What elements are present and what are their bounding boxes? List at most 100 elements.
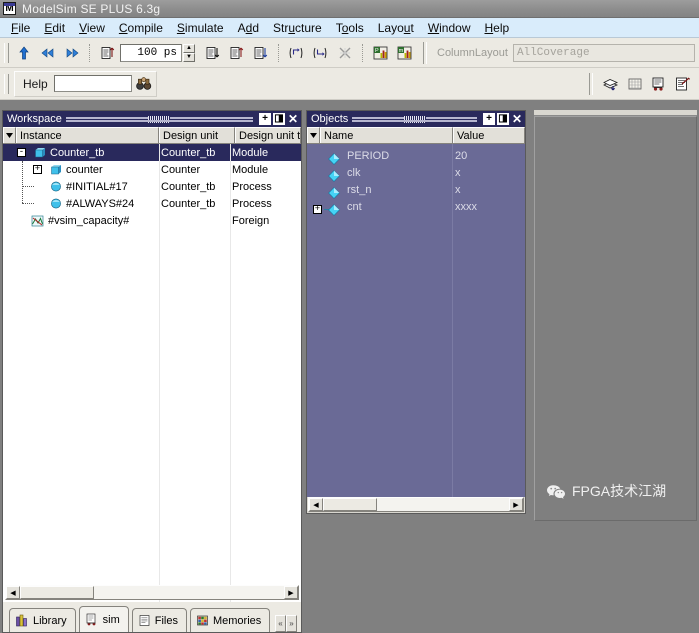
run-length-stepper[interactable]: ▲ ▼: [183, 43, 195, 62]
menu-compile[interactable]: Compile: [112, 19, 170, 37]
table-row[interactable]: #INITIAL#17 Counter_tb Process: [3, 178, 301, 195]
menu-add[interactable]: Add: [231, 19, 266, 37]
column-divider: [159, 144, 160, 632]
cell-name: clk: [347, 167, 361, 179]
columnlayout-combo[interactable]: AllCoverage: [512, 43, 695, 62]
objects-column-name[interactable]: Name: [320, 127, 453, 143]
table-row[interactable]: #ALWAYS#24 Counter_tb Process: [3, 195, 301, 212]
step-into-icon[interactable]: [286, 42, 308, 64]
objects-dock-undock-icon[interactable]: +: [483, 113, 495, 125]
menu-simulate[interactable]: Simulate: [170, 19, 231, 37]
workspace-panel-title: Workspace: [7, 113, 62, 125]
toolbar-separator-3: [362, 43, 364, 62]
tree-expander-counter-tb[interactable]: -: [17, 148, 26, 157]
profile-memory-icon[interactable]: m: [394, 42, 416, 64]
signal-diamond-icon: [328, 204, 340, 219]
step-over-icon[interactable]: [310, 42, 332, 64]
workspace-sort-dropdown-icon[interactable]: [3, 127, 16, 143]
menu-edit[interactable]: Edit: [37, 19, 72, 37]
objects-close-panel-icon[interactable]: ✕: [511, 113, 523, 125]
workspace-close-panel-icon[interactable]: ✕: [287, 113, 299, 125]
menubar: File Edit View Compile Simulate Add Stru…: [0, 18, 699, 38]
run-length-stepper-down[interactable]: ▼: [183, 52, 195, 62]
help-toolbar-separator: [589, 72, 593, 95]
objects-hscrollbar[interactable]: ◀ ▶: [308, 497, 524, 512]
step-back-icon[interactable]: [37, 42, 59, 64]
menu-layout[interactable]: Layout: [371, 19, 421, 37]
tab-label: Memories: [212, 614, 262, 627]
run-icon[interactable]: [202, 42, 224, 64]
tab-label: Library: [33, 614, 67, 627]
break-icon[interactable]: [334, 42, 356, 64]
objects-hscroll-track[interactable]: [377, 498, 509, 511]
help-toolbar-grip[interactable]: [4, 73, 9, 94]
list-item[interactable]: + cnt xxxx: [307, 201, 525, 218]
objects-hscroll-right-button[interactable]: ▶: [509, 498, 523, 511]
toolbar-grip[interactable]: [4, 42, 9, 63]
tab-scroll-right-button[interactable]: »: [286, 614, 297, 632]
table-row[interactable]: + counter Counter Module: [3, 161, 301, 178]
menu-window[interactable]: Window: [421, 19, 478, 37]
menu-file[interactable]: File: [4, 19, 37, 37]
table-row[interactable]: - Counter_tb Counter_tb Module: [3, 144, 301, 161]
help-search-group: Help: [14, 70, 157, 97]
workspace-hscroll-right-button[interactable]: ▶: [284, 586, 298, 599]
tab-memories[interactable]: Memories: [189, 608, 271, 632]
workspace-column-design-unit[interactable]: Design unit: [159, 127, 235, 143]
svg-text:P: P: [375, 48, 379, 54]
workspace-hscroll-thumb[interactable]: [20, 586, 94, 599]
tab-library[interactable]: Library: [9, 608, 76, 632]
cell-design-unit: Counter_tb: [161, 197, 216, 210]
run-length-stepper-up[interactable]: ▲: [183, 43, 195, 53]
workspace-hscroll-left-button[interactable]: ◀: [6, 586, 20, 599]
objects-maximize-panel-icon[interactable]: ◨: [497, 113, 509, 125]
workspace-tab-nav: « »: [275, 614, 297, 632]
tab-sim[interactable]: sim: [78, 606, 129, 632]
list-item[interactable]: rst_n x: [307, 184, 525, 201]
annotate-icon[interactable]: [672, 73, 694, 95]
tree-expander-counter[interactable]: +: [33, 165, 42, 174]
wave-compare-icon[interactable]: [648, 73, 670, 95]
menu-help[interactable]: Help: [478, 19, 517, 37]
binoculars-search-icon[interactable]: [133, 73, 155, 95]
column-divider: [452, 144, 453, 497]
modelsim-window: M ModelSim SE PLUS 6.3g File Edit View C…: [0, 0, 699, 633]
run-length-field[interactable]: 100 ps: [120, 43, 182, 62]
workspace-maximize-panel-icon[interactable]: ◨: [273, 113, 285, 125]
step-up-icon[interactable]: [13, 42, 35, 64]
help-search-input[interactable]: [53, 75, 132, 92]
objects-panel-titlebar: Objects + ◨ ✕: [307, 111, 525, 127]
cell-instance: #ALWAYS#24: [66, 197, 135, 210]
list-item[interactable]: PERIOD 20: [307, 150, 525, 167]
workspace-hscrollbar[interactable]: ◀ ▶: [5, 585, 299, 600]
cell-value: x: [455, 167, 461, 179]
restart-icon[interactable]: [97, 42, 119, 64]
dataset-snapshot-icon[interactable]: [600, 73, 622, 95]
workspace-column-design-unit-type[interactable]: Design unit ty: [235, 127, 301, 143]
table-row[interactable]: #vsim_capacity# Foreign: [3, 212, 301, 229]
objects-hscroll-left-button[interactable]: ◀: [309, 498, 323, 511]
grid-icon[interactable]: [624, 73, 646, 95]
workspace-column-instance[interactable]: Instance: [16, 127, 159, 143]
objects-hscroll-thumb[interactable]: [323, 498, 377, 511]
tab-files[interactable]: Files: [131, 608, 187, 632]
objects-list[interactable]: PERIOD 20 clk x rst_n x + cnt xxxx: [307, 144, 525, 497]
list-item[interactable]: clk x: [307, 167, 525, 184]
run-all-icon[interactable]: [250, 42, 272, 64]
objects-sort-dropdown-icon[interactable]: [307, 127, 320, 143]
menu-view[interactable]: View: [72, 19, 112, 37]
menu-structure[interactable]: Structure: [266, 19, 329, 37]
tab-scroll-left-button[interactable]: «: [275, 614, 286, 632]
mdi-document-area[interactable]: FPGA技术江湖: [528, 110, 699, 523]
signal-diamond-icon: [328, 170, 340, 185]
workspace-dock-undock-icon[interactable]: +: [259, 113, 271, 125]
run-continue-icon[interactable]: [226, 42, 248, 64]
profile-performance-icon[interactable]: P: [370, 42, 392, 64]
workspace-hscroll-track[interactable]: [94, 586, 284, 599]
objects-expander-cnt[interactable]: +: [313, 205, 322, 214]
step-forward-icon[interactable]: [61, 42, 83, 64]
menu-tools[interactable]: Tools: [329, 19, 371, 37]
mdi-empty-canvas[interactable]: [534, 116, 697, 521]
workspace-tree[interactable]: - Counter_tb Counter_tb Module + counter…: [3, 144, 301, 632]
objects-column-value[interactable]: Value: [453, 127, 525, 143]
